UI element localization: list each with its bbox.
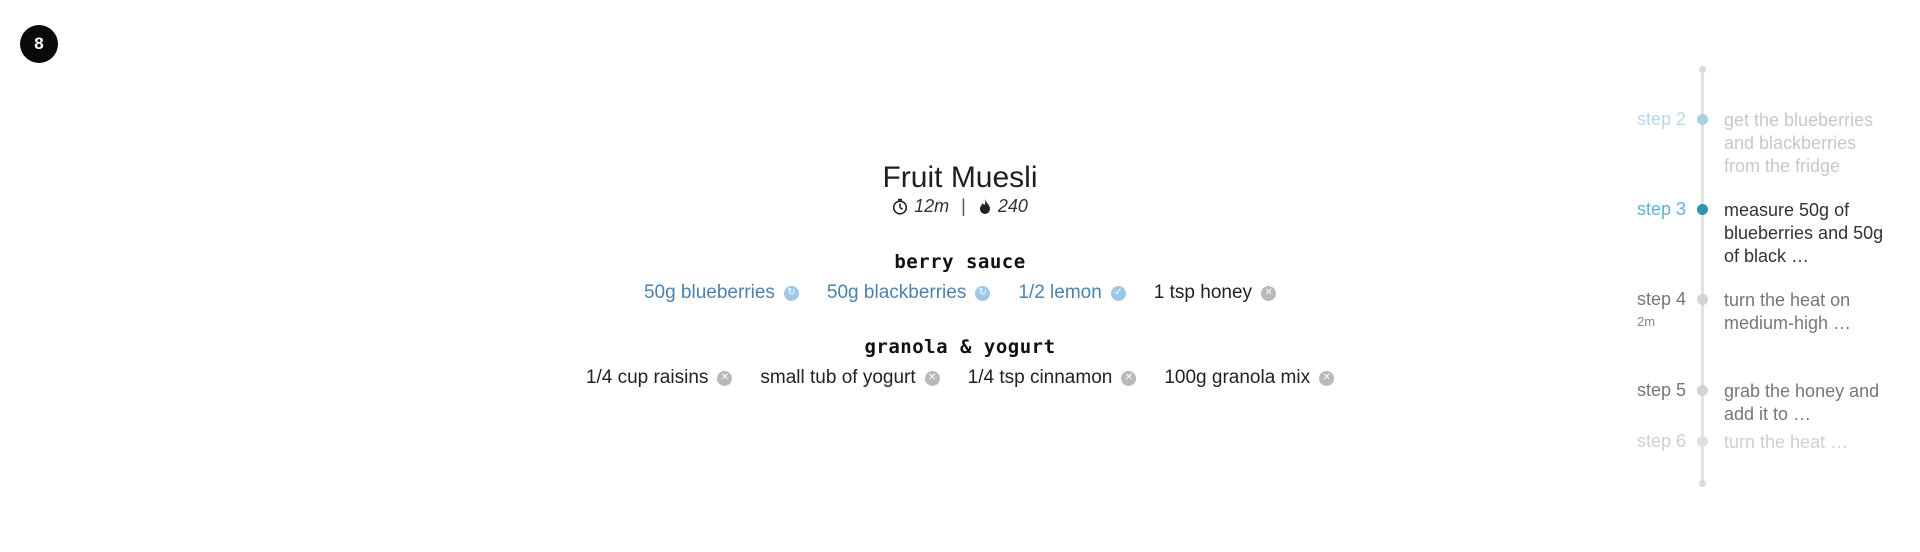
timer-icon <box>892 198 908 215</box>
timeline-track <box>1701 68 1704 485</box>
step-text[interactable]: turn the heat on medium-high … <box>1724 289 1894 335</box>
ingredient-item[interactable]: 1/2 lemon ✓ <box>1018 282 1126 304</box>
ingredient-label: 1 tsp honey <box>1153 282 1253 303</box>
ingredient-label: 1/4 cup raisins <box>585 367 709 388</box>
ingredient-item[interactable]: 50g blackberries ↻ <box>826 282 991 304</box>
refresh-icon[interactable]: ↻ <box>783 285 799 301</box>
ingredient-label: 1/4 tsp cinnamon <box>967 367 1113 388</box>
timeline-node[interactable] <box>1697 294 1708 305</box>
step-number-badge: 8 <box>20 25 58 63</box>
recipe-time: 12m <box>914 196 950 216</box>
close-icon[interactable]: ✕ <box>717 370 733 386</box>
close-icon[interactable]: ✕ <box>1121 370 1137 386</box>
flame-icon <box>978 198 992 215</box>
ingredient-label: 100g granola mix <box>1164 367 1311 388</box>
ingredient-label: small tub of yogurt <box>760 367 916 388</box>
step-duration: 2m <box>1637 314 1656 329</box>
timeline-node[interactable] <box>1697 204 1708 215</box>
ingredient-item[interactable]: small tub of yogurt ✕ <box>760 367 940 389</box>
ingredient-item[interactable]: 100g granola mix ✕ <box>1164 367 1335 389</box>
ingredient-label: 1/2 lemon <box>1018 282 1102 303</box>
timeline-node[interactable] <box>1697 385 1708 396</box>
step-label[interactable]: step 2 <box>1600 109 1686 130</box>
close-icon[interactable]: ✕ <box>1261 285 1277 301</box>
recipe-title: Fruit Muesli <box>882 161 1038 194</box>
step-label[interactable]: step 6 <box>1600 431 1686 452</box>
recipe-calories: 240 <box>997 196 1028 216</box>
meta-separator: | <box>961 196 966 216</box>
section-title-granola-yogurt: granola & yogurt <box>864 336 1056 358</box>
timeline-node[interactable] <box>1697 114 1708 125</box>
step-text[interactable]: grab the honey and add it to … <box>1724 380 1894 426</box>
ingredient-item[interactable]: 50g blueberries ↻ <box>644 282 799 304</box>
timeline-start-cap <box>1699 66 1706 73</box>
close-icon[interactable]: ✕ <box>1319 370 1335 386</box>
step-text[interactable]: measure 50g of blueberries and 50g of bl… <box>1724 199 1894 268</box>
step-text[interactable]: get the blueberries and blackberries fro… <box>1724 109 1894 178</box>
step-text[interactable]: turn the heat … <box>1724 431 1894 454</box>
step-label[interactable]: step 3 <box>1600 199 1686 220</box>
ingredient-item[interactable]: 1/4 tsp cinnamon ✕ <box>968 367 1137 389</box>
step-label[interactable]: step 5 <box>1600 380 1686 401</box>
refresh-icon[interactable]: ↻ <box>975 285 991 301</box>
ingredient-label: 50g blueberries <box>643 282 775 303</box>
ingredient-label: 50g blackberries <box>826 282 967 303</box>
close-icon[interactable]: ✕ <box>924 370 940 386</box>
ingredient-item[interactable]: 1 tsp honey ✕ <box>1153 282 1277 304</box>
ingredient-item[interactable]: 1/4 cup raisins ✕ <box>586 367 733 389</box>
timeline-node[interactable] <box>1697 436 1708 447</box>
section-title-berry-sauce: berry sauce <box>894 251 1026 273</box>
timeline-end-cap <box>1699 480 1706 487</box>
step-label[interactable]: step 4 <box>1600 289 1686 310</box>
check-icon[interactable]: ✓ <box>1110 285 1126 301</box>
